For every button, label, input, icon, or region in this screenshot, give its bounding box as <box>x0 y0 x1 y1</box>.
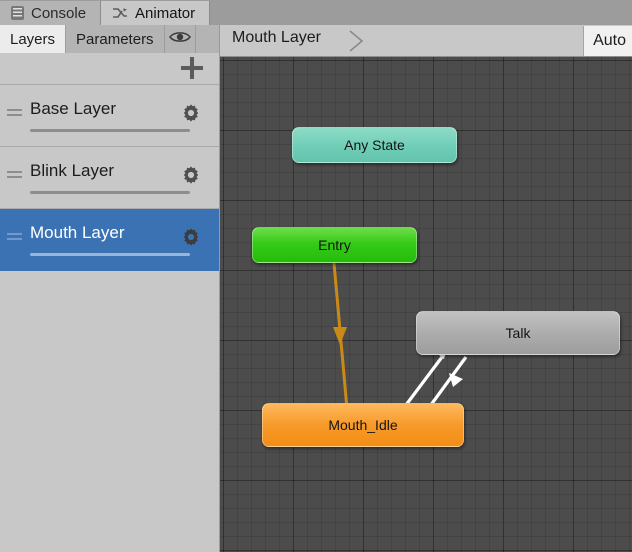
layer-weight-slider[interactable] <box>30 191 190 194</box>
transition-entry-to-mouth-idle <box>332 262 349 410</box>
tab-bar-filler <box>210 1 632 25</box>
layer-weight-slider[interactable] <box>30 129 190 132</box>
window-tab-bar: Console Animator <box>0 0 632 25</box>
layer-row-base[interactable]: Base Layer <box>0 85 219 147</box>
window-tab-animator[interactable]: Animator <box>101 1 211 25</box>
state-machine-canvas[interactable]: Any State Entry Talk Mouth_Idle <box>220 57 632 552</box>
subtab-filler <box>195 25 219 53</box>
layers-panel: Layers Parameters Base Layer Blink Layer… <box>0 25 220 552</box>
state-node-label: Talk <box>505 325 531 341</box>
state-node-label: Entry <box>318 237 351 253</box>
animator-icon <box>112 6 128 20</box>
layer-row-mouth[interactable]: Mouth Layer <box>0 209 219 271</box>
tab-parameters[interactable]: Parameters <box>66 25 165 53</box>
drag-handle-icon[interactable] <box>7 171 22 179</box>
gear-icon[interactable] <box>181 227 201 247</box>
window-tab-console-label: Console <box>31 4 87 22</box>
window-tab-animator-label: Animator <box>135 4 196 22</box>
state-node-any-state[interactable]: Any State <box>292 127 457 163</box>
animator-window: Console Animator Layers Parameters Base … <box>0 0 632 552</box>
auto-live-link-button[interactable]: Auto <box>583 26 632 56</box>
breadcrumb-bar: Mouth Layer Auto <box>220 25 632 57</box>
layer-name: Blink Layer <box>30 161 115 180</box>
window-tab-console[interactable]: Console <box>0 1 102 25</box>
state-node-mouth-idle[interactable]: Mouth_Idle <box>262 403 464 447</box>
drag-handle-icon[interactable] <box>7 233 22 241</box>
gear-icon[interactable] <box>181 103 201 123</box>
tab-layers-label: Layers <box>10 30 56 48</box>
state-node-talk[interactable]: Talk <box>416 311 620 355</box>
plus-icon[interactable] <box>181 57 203 79</box>
drag-handle-icon[interactable] <box>7 109 22 117</box>
auto-live-link-label: Auto <box>593 32 626 49</box>
state-node-label: Any State <box>344 137 405 153</box>
breadcrumb-current[interactable]: Mouth Layer <box>232 29 321 47</box>
layer-name: Mouth Layer <box>30 223 125 242</box>
chevron-right-icon <box>348 30 366 52</box>
layers-parameters-tabs: Layers Parameters <box>0 25 219 53</box>
console-icon <box>11 6 24 20</box>
gear-icon[interactable] <box>181 165 201 185</box>
layer-name: Base Layer <box>30 99 116 118</box>
tab-layers[interactable]: Layers <box>0 25 67 53</box>
eye-toggle-button[interactable] <box>164 25 196 53</box>
layer-row-blink[interactable]: Blink Layer <box>0 147 219 209</box>
eye-icon <box>168 30 191 49</box>
add-layer-row <box>0 53 219 85</box>
layer-weight-slider[interactable] <box>30 253 190 256</box>
state-node-entry[interactable]: Entry <box>252 227 417 263</box>
tab-parameters-label: Parameters <box>76 30 154 48</box>
layer-list: Base Layer Blink Layer Mouth Layer <box>0 85 219 271</box>
state-node-label: Mouth_Idle <box>328 417 398 433</box>
